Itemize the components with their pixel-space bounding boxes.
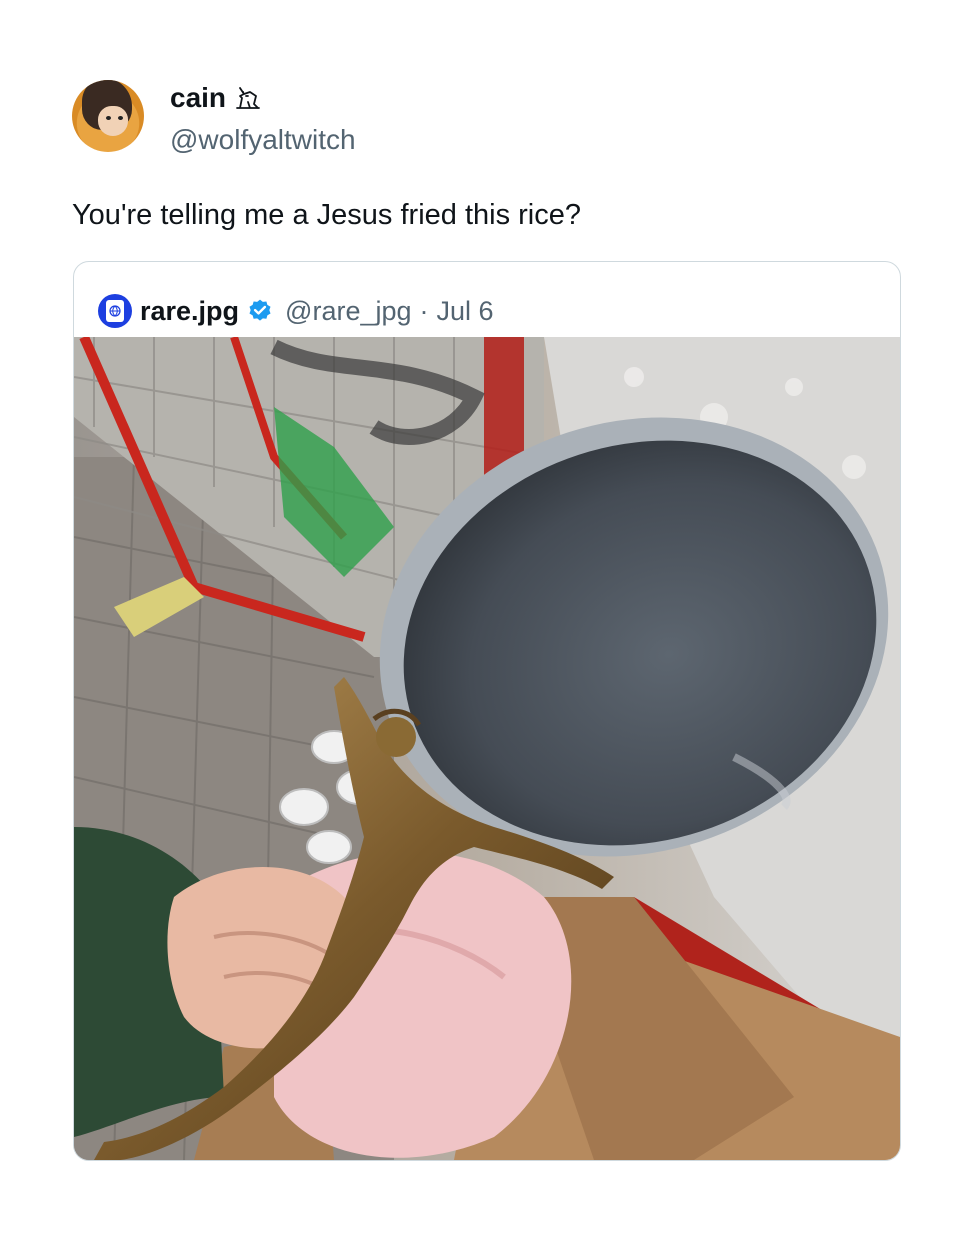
quoted-author-avatar[interactable] bbox=[98, 294, 132, 328]
tweet-text: You're telling me a Jesus fried this ric… bbox=[72, 199, 582, 231]
cat-icon bbox=[236, 87, 260, 109]
quoted-tweet-header: rare.jpg @rare_jpg · Jul 6 bbox=[98, 294, 494, 328]
author-handle[interactable]: @wolfyaltwitch bbox=[170, 122, 356, 158]
photo-illustration bbox=[74, 337, 900, 1160]
quoted-display-name[interactable]: rare.jpg bbox=[140, 296, 239, 327]
globe-icon bbox=[109, 305, 121, 317]
author-display-name[interactable]: cain bbox=[170, 80, 262, 116]
verified-badge-icon bbox=[249, 299, 271, 321]
author-avatar[interactable] bbox=[72, 80, 144, 152]
author-names: cain @wolfyaltwitch bbox=[170, 80, 356, 158]
quoted-tweet-photo[interactable] bbox=[74, 337, 900, 1160]
quoted-handle[interactable]: @rare_jpg bbox=[285, 296, 411, 327]
quoted-date[interactable]: Jul 6 bbox=[437, 296, 494, 327]
quoted-tweet-card[interactable]: rare.jpg @rare_jpg · Jul 6 bbox=[73, 261, 901, 1161]
quoted-meta: @rare_jpg · Jul 6 bbox=[285, 296, 494, 327]
author-display-name-text: cain bbox=[170, 82, 227, 113]
meta-separator: · bbox=[419, 295, 429, 326]
